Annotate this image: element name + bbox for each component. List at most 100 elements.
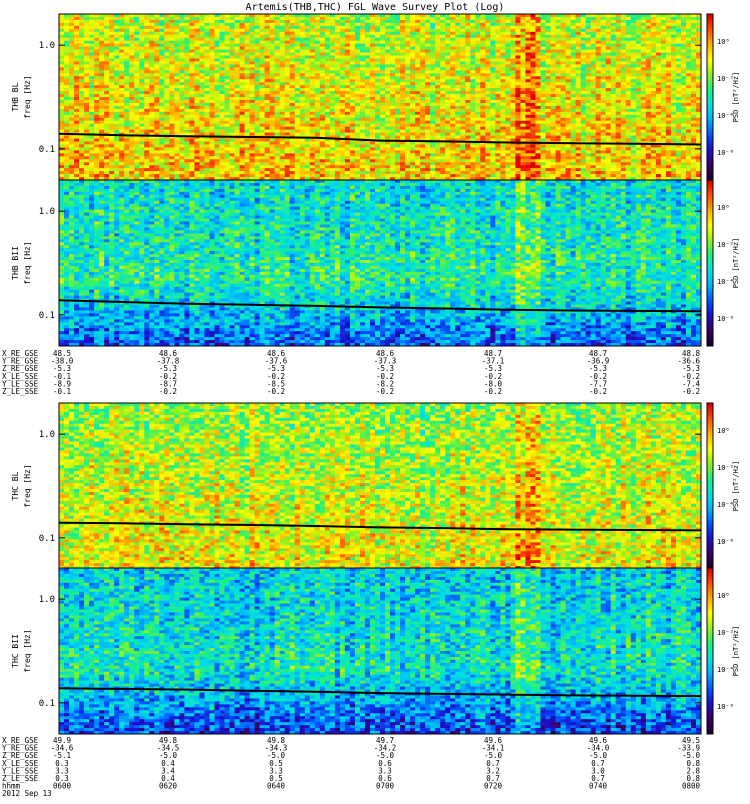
heatmap-cell	[209, 99, 215, 104]
heatmap-cell	[460, 85, 466, 89]
heatmap-cell	[84, 102, 90, 107]
heatmap-cell	[395, 25, 401, 30]
heatmap-cell	[480, 55, 486, 59]
heatmap-cell	[349, 40, 356, 45]
heatmap-cell	[134, 102, 140, 107]
heatmap-cell	[159, 144, 165, 148]
heatmap-cell	[299, 120, 306, 125]
heatmap-cell	[214, 14, 220, 18]
heatmap-cell	[435, 76, 441, 80]
heatmap-cell	[374, 31, 381, 36]
heatmap-cell	[359, 37, 366, 42]
heatmap-cell	[349, 159, 356, 163]
heatmap-cell	[380, 111, 386, 116]
heatmap-cell	[390, 102, 396, 107]
heatmap-cell	[435, 132, 441, 136]
heatmap-cell	[470, 129, 476, 133]
heatmap-cell	[69, 22, 75, 27]
heatmap-cell	[194, 156, 200, 160]
heatmap-cell	[159, 126, 165, 130]
heatmap-cell	[244, 129, 250, 133]
heatmap-cell	[254, 171, 261, 175]
heatmap-cell	[339, 25, 346, 30]
heatmap-cell	[189, 52, 195, 56]
heatmap-cell	[99, 22, 105, 27]
heatmap-cell	[184, 138, 190, 142]
heatmap-cell	[329, 34, 336, 39]
heatmap-cell	[480, 150, 486, 154]
heatmap-cell	[279, 159, 286, 163]
heatmap-cell	[174, 150, 180, 154]
heatmap-cell	[495, 168, 501, 172]
heatmap-cell	[169, 46, 175, 50]
heatmap-cell	[249, 85, 256, 89]
heatmap-cell	[254, 16, 261, 21]
heatmap-cell	[284, 99, 291, 104]
heatmap-cell	[139, 67, 145, 71]
heatmap-cell	[229, 99, 235, 104]
heatmap-cell	[324, 76, 331, 80]
heatmap-cell	[440, 31, 446, 36]
heatmap-cell	[114, 105, 120, 110]
heatmap-cell	[264, 88, 271, 92]
heatmap-cell	[294, 138, 301, 142]
heatmap-cell	[455, 91, 461, 95]
heatmap-cell	[369, 16, 376, 21]
heatmap-cell	[164, 114, 170, 119]
heatmap-cell	[420, 79, 426, 83]
heatmap-cell	[59, 105, 65, 110]
heatmap-cell	[395, 37, 401, 42]
heatmap-cell	[284, 144, 291, 148]
heatmap-cell	[224, 165, 230, 169]
heatmap-cell	[309, 114, 316, 119]
heatmap-cell	[194, 168, 200, 172]
heatmap-cell	[420, 85, 426, 89]
heatmap-cell	[395, 14, 401, 18]
heatmap-cell	[264, 94, 271, 98]
heatmap-cell	[179, 70, 185, 74]
heatmap-cell	[289, 102, 296, 107]
heatmap-cell	[314, 52, 321, 56]
heatmap-cell	[224, 88, 230, 92]
heatmap-cell	[495, 162, 501, 166]
heatmap-cell	[314, 111, 321, 116]
heatmap-cell	[89, 73, 95, 77]
heatmap-cell	[460, 37, 466, 42]
heatmap-cell	[374, 85, 381, 89]
heatmap-cell	[94, 88, 100, 92]
heatmap-cell	[294, 40, 301, 45]
heatmap-cell	[440, 165, 446, 169]
heatmap-cell	[244, 67, 250, 71]
heatmap-cell	[229, 150, 235, 154]
heatmap-cell	[440, 120, 446, 125]
heatmap-cell	[500, 135, 506, 139]
heatmap-cell	[234, 120, 240, 125]
heatmap-cell	[284, 64, 291, 68]
heatmap-cell	[430, 61, 436, 65]
heatmap-cell	[254, 150, 261, 154]
heatmap-cell	[299, 43, 306, 47]
heatmap-cell	[194, 91, 200, 95]
heatmap-cell	[229, 165, 235, 169]
heatmap-cell	[74, 43, 80, 47]
heatmap-cell	[174, 34, 180, 39]
heatmap-cell	[359, 147, 366, 151]
heatmap-cell	[274, 49, 281, 53]
heatmap-cell	[184, 147, 190, 151]
heatmap-cell	[139, 73, 145, 77]
heatmap-cell	[390, 94, 396, 98]
heatmap-cell	[269, 70, 276, 74]
heatmap-cell	[334, 28, 341, 33]
heatmap-cell	[410, 76, 416, 80]
heatmap-cell	[89, 114, 95, 119]
heatmap-cell	[234, 132, 240, 136]
heatmap-cell	[189, 25, 195, 30]
heatmap-cell	[59, 126, 65, 130]
heatmap-cell	[400, 82, 406, 86]
heatmap-cell	[184, 168, 190, 172]
heatmap-cell	[344, 76, 351, 80]
heatmap-cell	[104, 85, 110, 89]
heatmap-cell	[314, 61, 321, 65]
heatmap-cell	[239, 16, 245, 21]
heatmap-cell	[224, 117, 230, 122]
